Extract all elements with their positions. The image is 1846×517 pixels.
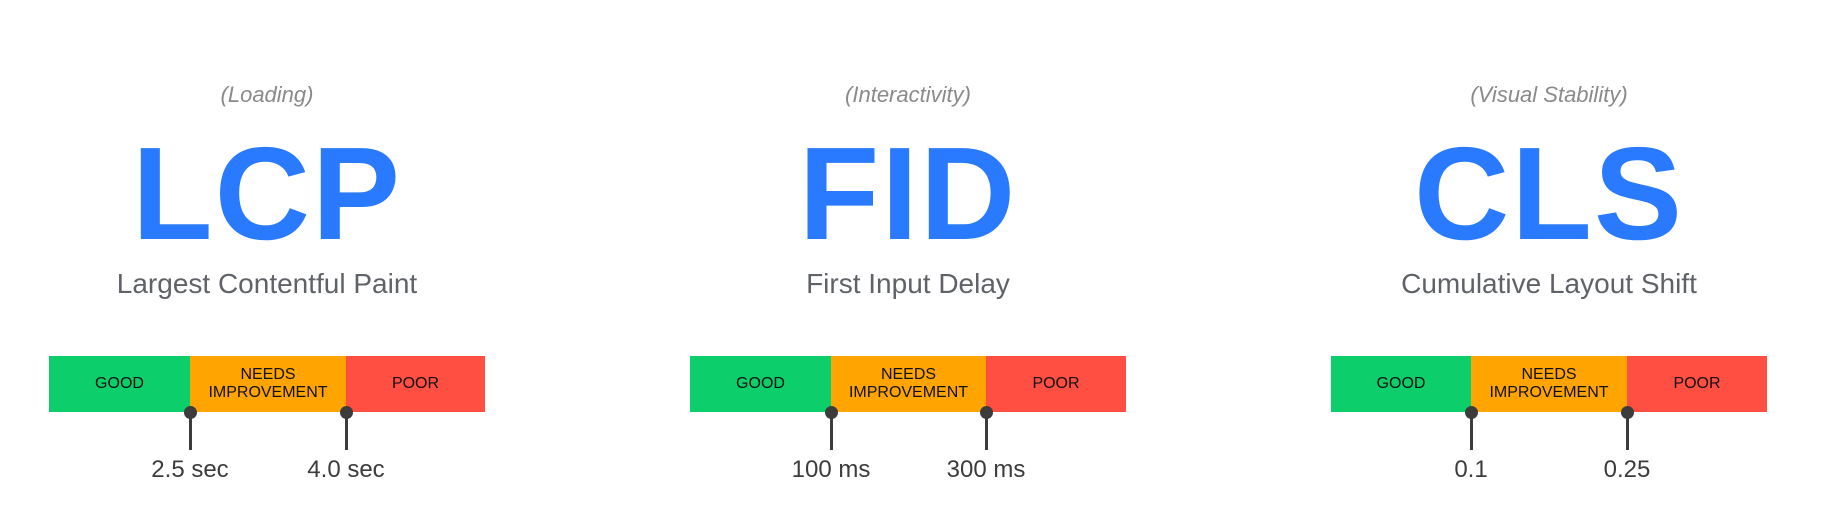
lcp-threshold-bar: GOOD NEEDS IMPROVEMENT POOR (49, 356, 485, 412)
fid-threshold-bar: GOOD NEEDS IMPROVEMENT POOR (690, 356, 1126, 412)
threshold-marker (184, 406, 198, 450)
metric-fid: (Interactivity) FID First Input Delay (608, 0, 1208, 517)
metric-category: (Visual Stability) (1470, 82, 1628, 107)
metric-lcp: (Loading) LCP Largest Contentful Paint (0, 0, 567, 517)
threshold-marker (825, 406, 839, 450)
segment-needs-improvement: NEEDS IMPROVEMENT (831, 356, 986, 412)
metric-category: (Interactivity) (845, 82, 971, 107)
segment-good: GOOD (690, 356, 831, 412)
threshold-label-good: 2.5 sec (151, 456, 229, 483)
metric-abbreviation: LCP (132, 120, 402, 267)
segment-poor: POOR (1627, 356, 1767, 412)
threshold-label-poor: 0.25 (1603, 456, 1651, 483)
threshold-label-poor: 300 ms (946, 456, 1026, 483)
metric-name: Largest Contentful Paint (116, 268, 418, 299)
threshold-marker (980, 406, 994, 450)
threshold-marker (1621, 406, 1635, 450)
segment-needs-improvement: NEEDS IMPROVEMENT (1471, 356, 1627, 412)
cls-threshold-bar: GOOD NEEDS IMPROVEMENT POOR (1331, 356, 1767, 412)
segment-good: GOOD (49, 356, 190, 412)
segment-poor: POOR (986, 356, 1126, 412)
segment-needs-improvement: NEEDS IMPROVEMENT (190, 356, 346, 412)
metric-category: (Loading) (220, 82, 314, 107)
metric-abbreviation: CLS (1414, 120, 1684, 267)
threshold-marker (1465, 406, 1479, 450)
threshold-label-good: 0.1 (1454, 456, 1488, 483)
metric-name: First Input Delay (806, 268, 1010, 299)
metric-cls: (Visual Stability) CLS Cumulative Layout… (1249, 0, 1846, 517)
metric-abbreviation: FID (798, 120, 1018, 267)
segment-poor: POOR (346, 356, 485, 412)
segment-good: GOOD (1331, 356, 1471, 412)
threshold-label-poor: 4.0 sec (307, 456, 385, 483)
threshold-marker (340, 406, 354, 450)
metric-name: Cumulative Layout Shift (1401, 268, 1697, 299)
threshold-label-good: 100 ms (791, 456, 871, 483)
